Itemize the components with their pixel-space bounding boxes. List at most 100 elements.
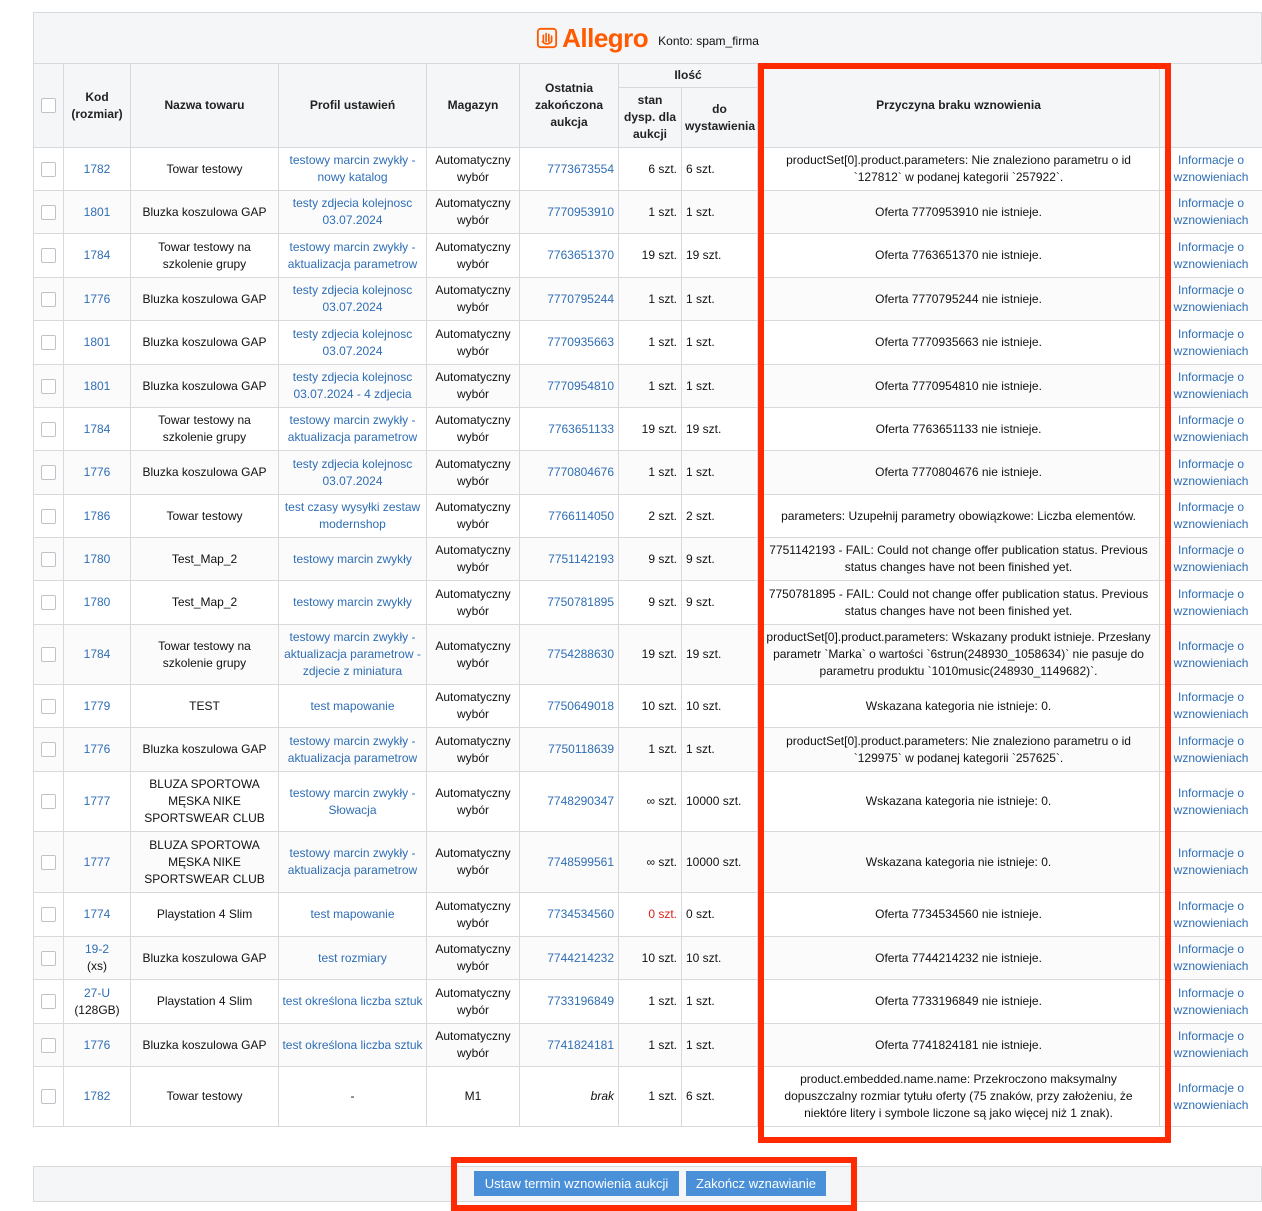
- row-checkbox[interactable]: [41, 951, 56, 966]
- profile-link[interactable]: testy zdjecia kolejnosc 03.07.2024: [293, 283, 412, 314]
- row-checkbox[interactable]: [41, 595, 56, 610]
- code-link[interactable]: 1780: [84, 595, 111, 609]
- renewal-info-link[interactable]: Informacje o wznowieniach: [1174, 639, 1249, 670]
- auction-link[interactable]: 7748599561: [547, 855, 614, 869]
- code-link[interactable]: 1777: [84, 794, 111, 808]
- auction-link[interactable]: 7766114050: [548, 509, 614, 523]
- row-checkbox[interactable]: [41, 335, 56, 350]
- code-link[interactable]: 1801: [84, 379, 111, 393]
- code-link[interactable]: 1784: [84, 422, 111, 436]
- col-warehouse[interactable]: Magazyn: [427, 64, 520, 148]
- auction-link[interactable]: 7741824181: [547, 1038, 614, 1052]
- code-link[interactable]: 1776: [84, 742, 111, 756]
- profile-link[interactable]: testowy marcin zwykły: [293, 552, 412, 566]
- row-checkbox[interactable]: [41, 647, 56, 662]
- auction-link[interactable]: 7754288630: [547, 647, 614, 661]
- row-checkbox[interactable]: [41, 855, 56, 870]
- profile-link[interactable]: test określona liczba sztuk: [282, 994, 422, 1008]
- renewal-info-link[interactable]: Informacje o wznowieniach: [1174, 690, 1249, 721]
- renewal-info-link[interactable]: Informacje o wznowieniach: [1174, 370, 1249, 401]
- profile-link[interactable]: testowy marcin zwykły - aktualizacja par…: [288, 846, 417, 877]
- profile-link[interactable]: test czasy wysyłki zestaw modernshop: [285, 500, 420, 531]
- profile-link[interactable]: test rozmiary: [318, 951, 387, 965]
- profile-link[interactable]: testowy marcin zwykły - aktualizacja par…: [288, 240, 417, 271]
- row-checkbox[interactable]: [41, 552, 56, 567]
- renewal-info-link[interactable]: Informacje o wznowieniach: [1174, 786, 1249, 817]
- profile-link[interactable]: testowy marcin zwykły: [293, 595, 412, 609]
- renewal-info-link[interactable]: Informacje o wznowieniach: [1174, 283, 1249, 314]
- code-link[interactable]: 19-2: [85, 942, 109, 956]
- row-checkbox[interactable]: [41, 248, 56, 263]
- auction-link[interactable]: 7734534560: [547, 907, 614, 921]
- renewal-info-link[interactable]: Informacje o wznowieniach: [1174, 543, 1249, 574]
- col-code[interactable]: Kod (rozmiar): [64, 64, 131, 148]
- auction-link[interactable]: 7750649018: [547, 699, 614, 713]
- profile-link[interactable]: test mapowanie: [310, 907, 394, 921]
- profile-link[interactable]: test mapowanie: [310, 699, 394, 713]
- code-link[interactable]: 1801: [84, 335, 111, 349]
- profile-link[interactable]: testy zdjecia kolejnosc 03.07.2024: [293, 327, 412, 358]
- code-link[interactable]: 1776: [84, 292, 111, 306]
- code-link[interactable]: 1801: [84, 205, 111, 219]
- renewal-info-link[interactable]: Informacje o wznowieniach: [1174, 153, 1249, 184]
- auction-link[interactable]: 7770953910: [547, 205, 614, 219]
- row-checkbox[interactable]: [41, 162, 56, 177]
- auction-link[interactable]: 7763651370: [547, 248, 614, 262]
- code-link[interactable]: 1786: [84, 509, 111, 523]
- auction-link[interactable]: 7733196849: [547, 994, 614, 1008]
- col-name[interactable]: Nazwa towaru: [131, 64, 279, 148]
- code-link[interactable]: 1782: [84, 162, 111, 176]
- renewal-info-link[interactable]: Informacje o wznowieniach: [1174, 327, 1249, 358]
- profile-link[interactable]: testy zdjecia kolejnosc 03.07.2024: [293, 457, 412, 488]
- row-checkbox[interactable]: [41, 1089, 56, 1104]
- row-checkbox[interactable]: [41, 509, 56, 524]
- row-checkbox[interactable]: [41, 379, 56, 394]
- finish-renewal-button[interactable]: Zakończ wznawianie: [686, 1171, 826, 1196]
- code-link[interactable]: 1784: [84, 248, 111, 262]
- renewal-info-link[interactable]: Informacje o wznowieniach: [1174, 942, 1249, 973]
- auction-link[interactable]: 7748290347: [547, 794, 614, 808]
- renewal-info-link[interactable]: Informacje o wznowieniach: [1174, 846, 1249, 877]
- row-checkbox[interactable]: [41, 907, 56, 922]
- auction-link[interactable]: 7770954810: [547, 379, 614, 393]
- auction-link[interactable]: 7770804676: [547, 465, 614, 479]
- profile-link[interactable]: testowy marcin zwykły - aktualizacja par…: [284, 630, 421, 678]
- code-link[interactable]: 1776: [84, 465, 111, 479]
- row-checkbox[interactable]: [41, 699, 56, 714]
- profile-link[interactable]: testowy marcin zwykły - aktualizacja par…: [288, 734, 417, 765]
- code-link[interactable]: 1780: [84, 552, 111, 566]
- renewal-info-link[interactable]: Informacje o wznowieniach: [1174, 899, 1249, 930]
- profile-link[interactable]: testy zdjecia kolejnosc 03.07.2024: [293, 196, 412, 227]
- profile-link[interactable]: testowy marcin zwykły - aktualizacja par…: [288, 413, 417, 444]
- col-last-auction[interactable]: Ostatnia zakończona aukcja: [520, 64, 619, 148]
- code-link[interactable]: 1779: [84, 699, 111, 713]
- profile-link[interactable]: test określona liczba sztuk: [282, 1038, 422, 1052]
- renewal-info-link[interactable]: Informacje o wznowieniach: [1174, 986, 1249, 1017]
- profile-link[interactable]: testowy marcin zwykły - nowy katalog: [289, 153, 415, 184]
- code-link[interactable]: 27-U: [84, 986, 110, 1000]
- profile-link[interactable]: testowy marcin zwykły - Słowacja: [289, 786, 415, 817]
- row-checkbox[interactable]: [41, 465, 56, 480]
- renewal-info-link[interactable]: Informacje o wznowieniach: [1174, 196, 1249, 227]
- auction-link[interactable]: 7773673554: [547, 162, 614, 176]
- row-checkbox[interactable]: [41, 742, 56, 757]
- row-checkbox[interactable]: [41, 422, 56, 437]
- col-profile[interactable]: Profil ustawień: [279, 64, 427, 148]
- renewal-info-link[interactable]: Informacje o wznowieniach: [1174, 1081, 1249, 1112]
- renewal-info-link[interactable]: Informacje o wznowieniach: [1174, 500, 1249, 531]
- renewal-info-link[interactable]: Informacje o wznowieniach: [1174, 240, 1249, 271]
- code-link[interactable]: 1774: [84, 907, 111, 921]
- col-to-list[interactable]: do wystawienia: [682, 88, 758, 148]
- profile-link[interactable]: testy zdjecia kolejnosc 03.07.2024 - 4 z…: [293, 370, 412, 401]
- renewal-info-link[interactable]: Informacje o wznowieniach: [1174, 457, 1249, 488]
- set-renewal-date-button[interactable]: Ustaw termin wznowienia aukcji: [474, 1171, 679, 1196]
- renewal-info-link[interactable]: Informacje o wznowieniach: [1174, 734, 1249, 765]
- row-checkbox[interactable]: [41, 205, 56, 220]
- renewal-info-link[interactable]: Informacje o wznowieniach: [1174, 1029, 1249, 1060]
- row-checkbox[interactable]: [41, 794, 56, 809]
- code-link[interactable]: 1776: [84, 1038, 111, 1052]
- row-checkbox[interactable]: [41, 292, 56, 307]
- auction-link[interactable]: 7770935663: [547, 335, 614, 349]
- auction-link[interactable]: 7770795244: [547, 292, 614, 306]
- code-link[interactable]: 1784: [84, 647, 111, 661]
